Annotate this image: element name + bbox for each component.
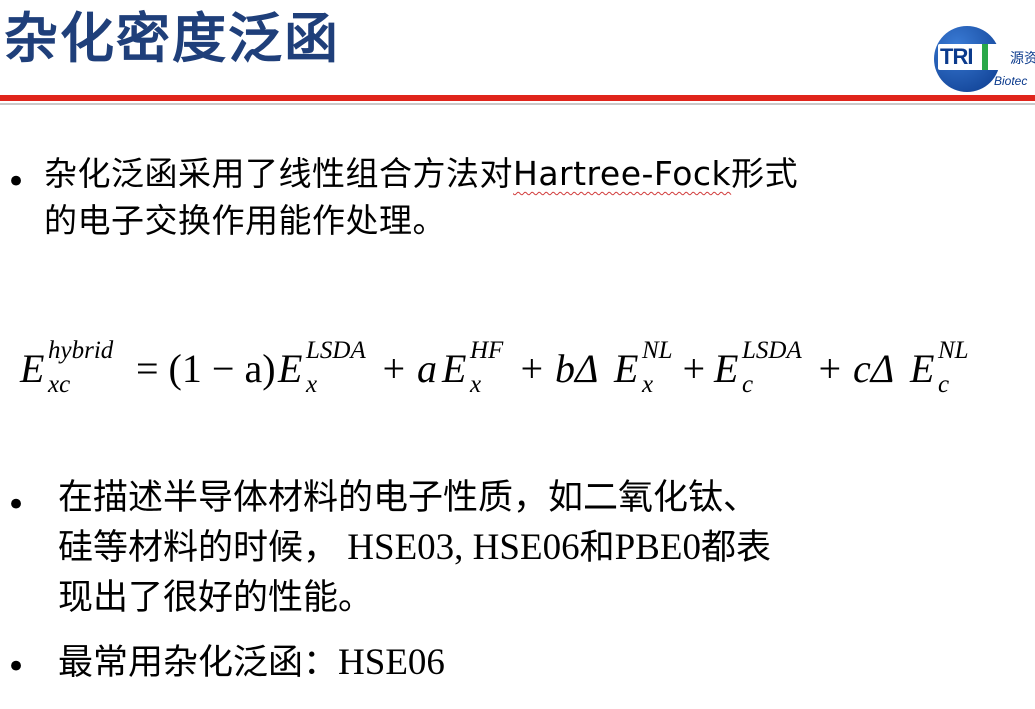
term3-base: E — [613, 346, 638, 391]
bullet-2-text: 在描述半导体材料的电子性质，如二氧化钛、 硅等材料的时候， HSE03, HSE… — [58, 473, 771, 623]
term1-sub: x — [305, 371, 317, 398]
bullet-1-line-2: 的电子交换作用能作处理。 — [44, 201, 446, 240]
term5-pre: + cΔ — [816, 346, 894, 391]
bullet-2-line-2-pre: 硅等材料的时候， — [58, 528, 339, 568]
hartree-fock-term: Hartree-Fock — [513, 154, 732, 193]
term3-pre: + bΔ — [518, 346, 598, 391]
bullet-2-line-1: 在描述半导体材料的电子性质，如二氧化钛、 — [58, 478, 759, 518]
term4-sub: c — [742, 371, 753, 398]
lhs-sub: xc — [47, 371, 70, 398]
company-logo: TRI 源资 Biotec — [930, 22, 1035, 94]
term1-base: E — [277, 346, 302, 391]
term2-pre: + a — [380, 346, 437, 391]
formula-svg: E hybrid xc = (1 − a) E LSDA x + a E HF … — [19, 337, 969, 398]
term4-pre: + — [680, 346, 707, 391]
bullet-2-pbe0-term: PBE0 — [614, 527, 701, 568]
bullet-1-line-1-pre: 杂化泛函采用了线性组合方法对 — [44, 154, 513, 193]
eq-part: = (1 − a) — [136, 346, 276, 391]
logo-en-text: Biotec — [994, 74, 1028, 88]
term1-sup: LSDA — [305, 337, 366, 364]
logo-green-bar — [982, 44, 988, 70]
bullet-1-text: 杂化泛函采用了线性组合方法对Hartree-Fock形式 的电子交换作用能作处理… — [44, 150, 798, 244]
lhs-sup: hybrid — [48, 337, 114, 364]
logo-mark: TRI — [938, 44, 1000, 70]
lhs-base: E — [19, 346, 44, 391]
header-divider-gray — [0, 103, 1035, 105]
bullet-3-line-1-pre: 最常用杂化泛函： — [58, 643, 339, 683]
bullet-dot: • — [6, 647, 27, 687]
term3-sub: x — [641, 371, 653, 398]
bullet-3-line-1: 最常用杂化泛函：HSE06 — [58, 638, 445, 688]
term4-sup: LSDA — [741, 337, 802, 364]
bullet-3-hse06-term: HSE06 — [338, 642, 445, 683]
term4-base: E — [713, 346, 738, 391]
term3-sup: NL — [641, 337, 673, 364]
term2-base: E — [441, 346, 466, 391]
bullet-1-line-1: 杂化泛函采用了线性组合方法对Hartree-Fock形式 — [44, 150, 798, 197]
term2-sub: x — [469, 371, 481, 398]
term5-sup: NL — [937, 337, 969, 364]
term5-sub: c — [938, 371, 949, 398]
bullet-2-hse-terms: HSE03, HSE06 — [338, 527, 580, 568]
bullet-dot: • — [6, 485, 27, 525]
bullet-3-text: 最常用杂化泛函：HSE06 — [58, 638, 445, 688]
logo-cn-text: 源资 — [1010, 51, 1035, 67]
bullet-2-line-2-post: 都表 — [700, 528, 771, 568]
slide-title: 杂化密度泛函 — [4, 7, 340, 70]
bullet-2-line-2: 硅等材料的时候， HSE03, HSE06和PBE0都表 — [58, 523, 771, 573]
bullet-dot: • — [6, 162, 27, 202]
hybrid-functional-formula: E hybrid xc = (1 − a) E LSDA x + a E HF … — [18, 322, 1018, 412]
bullet-2-line-2-mid: 和 — [579, 528, 615, 568]
bullet-1-line-1-post: 形式 — [731, 154, 799, 193]
term5-base: E — [909, 346, 934, 391]
header-divider-red — [0, 95, 1035, 101]
bullet-2-line-3: 现出了很好的性能。 — [58, 578, 374, 618]
term2-sup: HF — [469, 337, 504, 364]
